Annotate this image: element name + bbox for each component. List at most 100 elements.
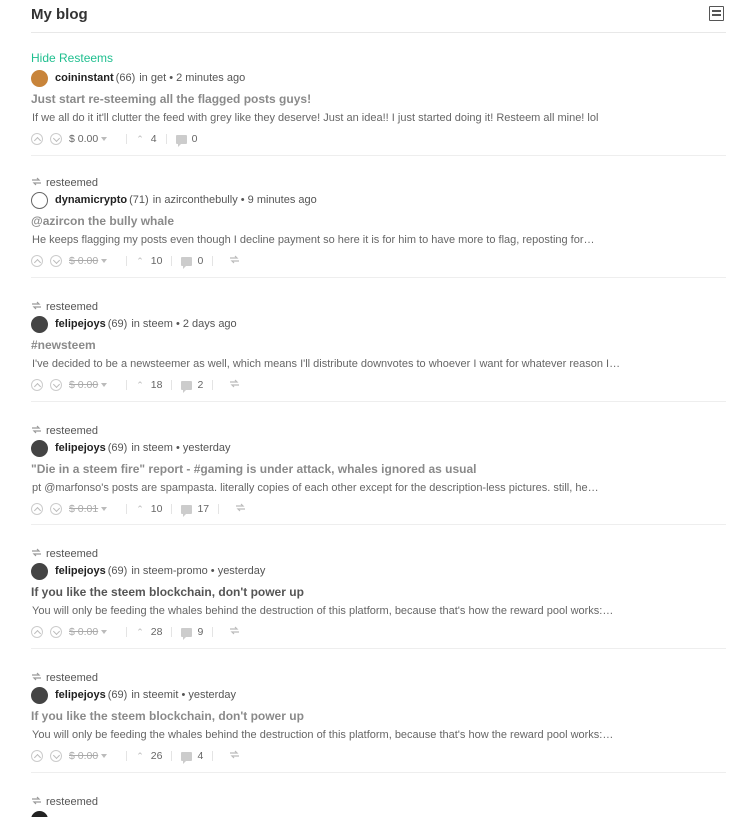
author-reputation: (71) xyxy=(129,194,149,206)
chevron-down-icon[interactable] xyxy=(101,259,108,263)
comments-count[interactable]: 9 xyxy=(197,626,203,638)
post-item: resteemed felipejoys (69) in steemit • y… xyxy=(31,667,726,773)
downvote-icon[interactable] xyxy=(50,133,62,145)
votes-count[interactable]: 26 xyxy=(151,750,163,762)
comments-count[interactable]: 2 xyxy=(197,379,203,391)
upvote-icon[interactable] xyxy=(31,133,43,145)
author-link[interactable]: felipejoys xyxy=(55,689,106,701)
post-item: resteemed xyxy=(31,791,726,817)
post-summary[interactable]: You will only be feeding the whales behi… xyxy=(31,605,726,619)
upvote-icon[interactable] xyxy=(31,503,43,515)
divider xyxy=(212,380,214,390)
author-link[interactable]: felipejoys xyxy=(55,318,106,330)
payout-value[interactable]: $ 0.00 xyxy=(69,255,98,267)
page-title: My blog xyxy=(31,6,88,23)
downvote-icon[interactable] xyxy=(50,379,62,391)
chevron-down-icon[interactable] xyxy=(101,383,108,387)
votes-count[interactable]: 28 xyxy=(151,626,163,638)
post-title[interactable]: If you like the steem blockchain, don't … xyxy=(31,709,726,724)
reblog-button-icon[interactable] xyxy=(229,379,240,391)
payout-value[interactable]: $ 0.00 xyxy=(69,750,98,762)
post-meta: in azirconthebully • 9 minutes ago xyxy=(152,194,317,206)
resteemed-indicator: resteemed xyxy=(31,543,726,563)
votes-count[interactable]: 10 xyxy=(151,255,163,267)
chevron-down-icon[interactable] xyxy=(101,507,108,511)
reblog-icon xyxy=(31,548,46,560)
post-title[interactable]: "Die in a steem fire" report - #gaming i… xyxy=(31,462,726,477)
post-meta: in steem-promo • yesterday xyxy=(131,565,266,577)
list-layout-icon[interactable] xyxy=(709,6,724,21)
payout-value[interactable]: $ 0.01 xyxy=(69,503,98,515)
votes-chevron-icon: ⌃ xyxy=(136,255,144,266)
divider xyxy=(218,504,220,514)
comment-icon xyxy=(181,380,193,393)
avatar[interactable] xyxy=(31,810,48,817)
post-summary[interactable]: If we all do it it'll clutter the feed w… xyxy=(31,112,726,126)
divider xyxy=(212,256,214,266)
upvote-icon[interactable] xyxy=(31,626,43,638)
upvote-icon[interactable] xyxy=(31,255,43,267)
downvote-icon[interactable] xyxy=(50,626,62,638)
votes-count[interactable]: 4 xyxy=(151,133,157,145)
avatar[interactable] xyxy=(31,562,48,580)
votes-chevron-icon: ⌃ xyxy=(136,626,144,637)
post-summary[interactable]: You will only be feeding the whales behi… xyxy=(31,729,726,743)
post-summary[interactable]: pt @marfonso's posts are spampasta. lite… xyxy=(31,482,726,496)
author-link[interactable]: coininstant xyxy=(55,72,114,84)
reblog-button-icon[interactable] xyxy=(235,503,246,515)
avatar[interactable] xyxy=(31,69,48,87)
comments-count[interactable]: 0 xyxy=(192,133,198,145)
comment-icon xyxy=(175,134,187,147)
payout-value[interactable]: $ 0.00 xyxy=(69,133,98,145)
post-footer: $ 0.00 ⌃ 10 0 xyxy=(31,250,726,272)
votes-count[interactable]: 10 xyxy=(151,503,163,515)
votes-count[interactable]: 18 xyxy=(151,379,163,391)
payout-value[interactable]: $ 0.00 xyxy=(69,379,98,391)
resteemed-indicator: resteemed xyxy=(31,296,726,316)
post-title[interactable]: #newsteem xyxy=(31,338,726,353)
resteemed-indicator: resteemed xyxy=(31,667,726,687)
author-link[interactable]: felipejoys xyxy=(55,442,106,454)
avatar[interactable] xyxy=(31,191,48,209)
post-author-line: dynamicrypto (71) in azirconthebully • 9… xyxy=(31,191,726,209)
resteemed-indicator: resteemed xyxy=(31,791,726,811)
post-author-line: felipejoys (69) in steemit • yesterday xyxy=(31,686,726,704)
chevron-down-icon[interactable] xyxy=(101,754,108,758)
divider xyxy=(171,380,173,390)
reblog-button-icon[interactable] xyxy=(229,255,240,267)
payout-value[interactable]: $ 0.00 xyxy=(69,626,98,638)
chevron-down-icon[interactable] xyxy=(101,137,108,141)
downvote-icon[interactable] xyxy=(50,503,62,515)
post-title[interactable]: @azircon the bully whale xyxy=(31,214,726,229)
upvote-icon[interactable] xyxy=(31,379,43,391)
avatar[interactable] xyxy=(31,315,48,333)
divider xyxy=(126,256,128,266)
votes-chevron-icon: ⌃ xyxy=(136,379,144,390)
post-summary[interactable]: I've decided to be a newsteemer as well,… xyxy=(31,358,726,372)
resteemed-label: resteemed xyxy=(46,548,98,560)
votes-chevron-icon: ⌃ xyxy=(136,133,144,144)
post-meta: in steem • 2 days ago xyxy=(131,318,237,330)
avatar[interactable] xyxy=(31,686,48,704)
post-title[interactable]: Just start re-steeming all the flagged p… xyxy=(31,92,726,107)
hide-resteems-link[interactable]: Hide Resteems xyxy=(31,51,113,65)
reblog-button-icon[interactable] xyxy=(229,626,240,638)
comments-count[interactable]: 0 xyxy=(197,255,203,267)
votes-chevron-icon: ⌃ xyxy=(136,750,144,761)
post-summary[interactable]: He keeps flagging my posts even though I… xyxy=(31,234,726,248)
avatar[interactable] xyxy=(31,439,48,457)
author-link[interactable]: felipejoys xyxy=(55,565,106,577)
post-author-line: felipejoys (69) in steem • yesterday xyxy=(31,439,726,457)
comments-count[interactable]: 17 xyxy=(197,503,209,515)
post-title[interactable]: If you like the steem blockchain, don't … xyxy=(31,585,726,600)
downvote-icon[interactable] xyxy=(50,750,62,762)
chevron-down-icon[interactable] xyxy=(101,630,108,634)
comments-count[interactable]: 4 xyxy=(197,750,203,762)
reblog-icon xyxy=(31,177,46,189)
comment-icon xyxy=(181,256,193,269)
author-link[interactable]: dynamicrypto xyxy=(55,194,127,206)
downvote-icon[interactable] xyxy=(50,255,62,267)
upvote-icon[interactable] xyxy=(31,750,43,762)
votes-chevron-icon: ⌃ xyxy=(136,503,144,514)
reblog-button-icon[interactable] xyxy=(229,750,240,762)
